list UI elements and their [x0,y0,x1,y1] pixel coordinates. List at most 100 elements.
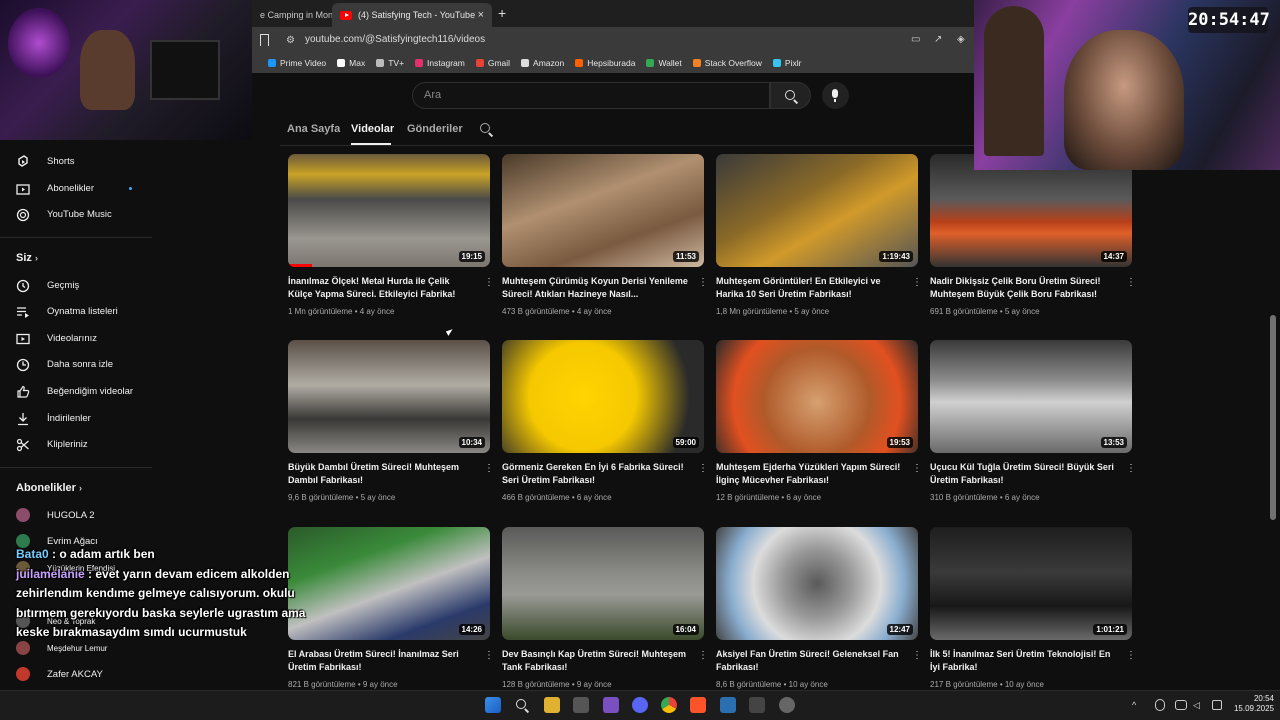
video-title[interactable]: Muhteşem Çürümüş Koyun Derisi Yenileme S… [502,275,690,301]
sidebar-item-playlists[interactable]: Oynatma listeleri [16,301,118,321]
app-icon[interactable] [603,697,619,713]
bookmark-item[interactable]: Amazon [521,58,564,68]
tab-posts[interactable]: Gönderiler [407,123,463,135]
video-card[interactable]: 19:53 Muhteşem Ejderha Yüzükleri Yapım Sü… [716,340,922,510]
app-icon[interactable] [720,697,736,713]
site-info-icon[interactable]: ⚙ [286,35,295,46]
video-thumbnail[interactable]: 59:00 [502,340,704,453]
sidebar-subscriptions-header[interactable]: Abonelikler › [16,482,82,494]
bookmark-item[interactable]: Wallet [646,58,682,68]
sidebar-item-shorts[interactable]: Shorts [16,151,74,171]
share-icon[interactable]: ↗ [934,34,942,45]
search-button[interactable] [770,82,811,109]
sidebar-item-subscriptions[interactable]: Abonelikler [16,178,94,198]
video-thumbnail[interactable]: 19:15 [288,154,490,267]
cast-icon[interactable]: ▭ [911,34,920,45]
bookmark-item[interactable]: Gmail [475,58,510,68]
chrome-icon[interactable] [661,697,677,713]
video-title[interactable]: Uçucu Kül Tuğla Üretim Süreci! Büyük Ser… [930,461,1118,487]
video-thumbnail[interactable]: 11:53 [502,154,704,267]
taskbar-clock[interactable]: 20:54 15.09.2025 [1232,694,1274,714]
video-title[interactable]: İlk 5! İnanılmaz Seri Üretim Teknolojisi… [930,648,1118,674]
video-title[interactable]: Aksiyel Fan Üretim Süreci! Geleneksel Fa… [716,648,904,674]
file-explorer-icon[interactable] [544,697,560,713]
video-thumbnail[interactable]: 19:53 [716,340,918,453]
video-title[interactable]: İnanılmaz Ölçek! Metal Hurda ile Çelik K… [288,275,476,301]
video-thumbnail[interactable]: 1:01:21 [930,527,1132,640]
video-card[interactable]: 14:37 Nadir Dikişsiz Çelik Boru Üretim Sü… [930,154,1136,324]
more-options-icon[interactable]: ⋮ [698,463,708,474]
more-options-icon[interactable]: ⋮ [484,463,494,474]
discord-icon[interactable] [632,697,648,713]
sidebar-item-clips[interactable]: Klipleriniz [16,434,88,454]
sidebar-item-liked-videos[interactable]: Beğendiğim videolar [16,381,133,401]
browser-tab[interactable]: e Camping in Mon [252,3,332,27]
sidebar-item-youtube-music[interactable]: YouTube Music [16,204,112,224]
video-card[interactable]: 1:19:43 Muhteşem Görüntüler! En Etkileyic… [716,154,922,324]
tab-videos[interactable]: Videolar [351,123,394,135]
subscription-channel[interactable]: HUGOLA 2 [16,505,95,525]
tray-overflow-icon[interactable]: ^ [1132,700,1142,710]
video-thumbnail[interactable]: 16:04 [502,527,704,640]
video-thumbnail[interactable]: 14:37 [930,154,1132,267]
sidebar-item-your-videos[interactable]: Videolarınız [16,328,97,348]
brave-icon[interactable] [690,697,706,713]
bookmark-item[interactable]: TV+ [376,58,404,68]
video-title[interactable]: El Arabası Üretim Süreci! İnanılmaz Seri… [288,648,476,674]
sidebar-item-downloads[interactable]: İndirilenler [16,408,91,428]
video-title[interactable]: Muhteşem Görüntüler! En Etkileyici ve Ha… [716,275,904,301]
video-thumbnail[interactable]: 14:26 [288,527,490,640]
network-icon[interactable] [1175,700,1187,710]
bookmark-item[interactable]: Instagram [415,58,465,68]
more-options-icon[interactable]: ⋮ [1126,650,1136,661]
browser-tab-active[interactable]: (4) Satisfying Tech - YouTube × [332,3,492,27]
sidebar-item-watch-later[interactable]: Daha sonra izle [16,354,113,374]
more-options-icon[interactable]: ⋮ [1126,277,1136,288]
bookmark-item[interactable]: Stack Overflow [692,58,762,68]
video-card[interactable]: 11:53 Muhteşem Çürümüş Koyun Derisi Yenil… [502,154,708,324]
close-tab-icon[interactable]: × [478,9,484,21]
scrollbar[interactable] [1270,315,1276,520]
app-icon[interactable] [749,697,765,713]
video-card[interactable]: 19:15 İnanılmaz Ölçek! Metal Hurda ile Çe… [288,154,494,324]
video-title[interactable]: Dev Basınçlı Kap Üretim Süreci! Muhteşem… [502,648,690,674]
video-thumbnail[interactable]: 10:34 [288,340,490,453]
video-title[interactable]: Büyük Dambıl Üretim Süreci! Muhteşem Dam… [288,461,476,487]
video-card[interactable]: 1:01:21 İlk 5! İnanılmaz Seri Üretim Tekn… [930,527,1136,697]
more-options-icon[interactable]: ⋮ [912,650,922,661]
video-card[interactable]: 10:34 Büyük Dambıl Üretim Süreci! Muhteşe… [288,340,494,510]
search-box[interactable] [412,82,770,109]
more-options-icon[interactable]: ⋮ [912,277,922,288]
tab-home[interactable]: Ana Sayfa [287,123,340,135]
url-field[interactable]: youtube.com/@Satisfyingtech116/videos [305,34,485,45]
video-card[interactable]: 14:26 El Arabası Üretim Süreci! İnanılmaz… [288,527,494,697]
video-thumbnail[interactable]: 12:47 [716,527,918,640]
subscription-channel[interactable]: Zafer AKCAY [16,664,103,684]
more-options-icon[interactable]: ⋮ [912,463,922,474]
video-card[interactable]: 13:53 Uçucu Kül Tuğla Üretim Süreci! Büyü… [930,340,1136,510]
video-thumbnail[interactable]: 13:53 [930,340,1132,453]
video-card[interactable]: 16:04 Dev Basınçlı Kap Üretim Süreci! Muh… [502,527,708,697]
video-card[interactable]: 59:00 Görmeniz Gereken En İyi 6 Fabrika S… [502,340,708,510]
more-options-icon[interactable]: ⋮ [484,650,494,661]
video-thumbnail[interactable]: 1:19:43 [716,154,918,267]
sidebar-item-history[interactable]: Geçmiş [16,275,79,295]
obs-icon[interactable] [779,697,795,713]
start-icon[interactable] [485,697,501,713]
mic-tray-icon[interactable] [1155,699,1165,711]
more-options-icon[interactable]: ⋮ [698,277,708,288]
sidebar-you-header[interactable]: Siz › [16,252,38,264]
video-card[interactable]: 12:47 Aksiyel Fan Üretim Süreci! Geleneks… [716,527,922,697]
search-input[interactable]: Ara [424,89,441,101]
volume-icon[interactable]: ◁ [1193,700,1203,710]
more-options-icon[interactable]: ⋮ [1126,463,1136,474]
bookmark-item[interactable]: Max [337,58,365,68]
bookmark-item[interactable]: Prime Video [268,58,326,68]
taskbar-search-icon[interactable] [514,697,530,713]
channel-search-icon[interactable] [480,123,490,133]
video-title[interactable]: Muhteşem Ejderha Yüzükleri Yapım Süreci!… [716,461,904,487]
video-title[interactable]: Nadir Dikişsiz Çelik Boru Üretim Süreci!… [930,275,1118,301]
more-options-icon[interactable]: ⋮ [484,277,494,288]
more-options-icon[interactable]: ⋮ [698,650,708,661]
video-title[interactable]: Görmeniz Gereken En İyi 6 Fabrika Süreci… [502,461,690,487]
